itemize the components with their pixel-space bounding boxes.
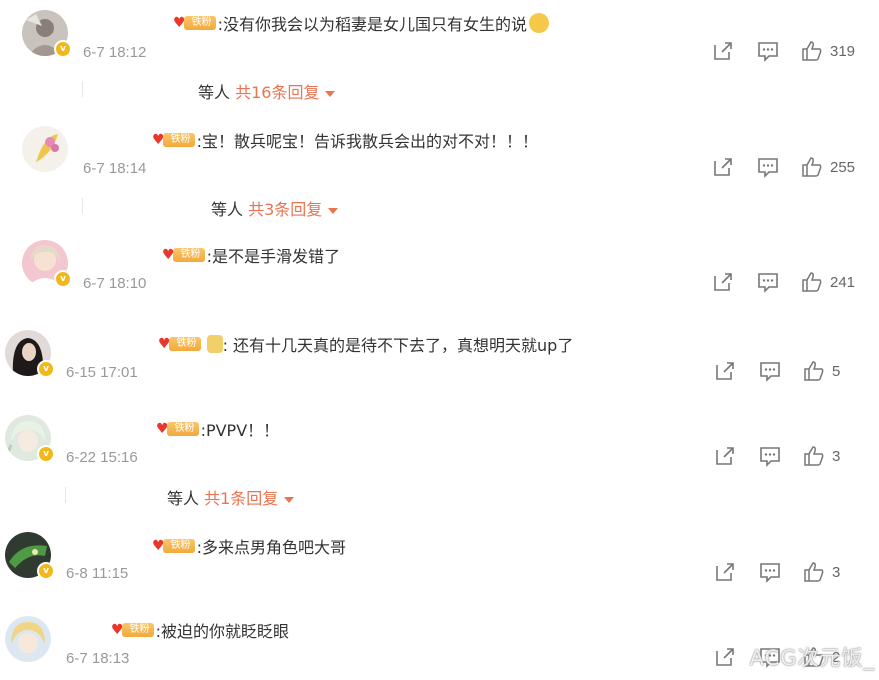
like-icon[interactable] [803, 445, 825, 467]
expand-replies-link[interactable]: 等人 共3条回复 [211, 196, 339, 220]
comment-time: 6-7 18:13 [66, 650, 130, 667]
reply-divider [82, 81, 83, 97]
like-count: 319 [830, 42, 856, 60]
verified-icon: v [54, 40, 72, 58]
share-icon[interactable] [712, 40, 734, 62]
fan-badge: ♥ 铁粉 [158, 335, 201, 353]
share-icon[interactable] [712, 271, 734, 293]
comment-text: :没有你我会以为稻妻是女儿国只有女生的说 [217, 15, 527, 34]
like-icon[interactable] [801, 40, 823, 62]
comment-time: 6-8 11:15 [66, 565, 129, 582]
waiting-emoji-icon [206, 335, 223, 353]
like-icon[interactable] [801, 271, 823, 293]
like-icon[interactable] [803, 360, 825, 382]
like-count: 3 [832, 563, 841, 581]
watermark: ACG次元饭_ [749, 646, 875, 670]
expand-replies-link[interactable]: 等人 共16条回复 [198, 79, 336, 103]
avatar[interactable]: v [22, 240, 72, 288]
comment-time: 6-15 17:01 [66, 364, 138, 381]
comment-icon[interactable] [759, 360, 781, 382]
expand-replies-link[interactable]: 等人 共1条回复 [167, 485, 295, 509]
fan-badge: ♥ 铁粉 [111, 621, 154, 639]
like-count: 255 [830, 158, 856, 176]
fan-badge: ♥ 铁粉 [152, 537, 195, 555]
share-icon[interactable] [714, 561, 736, 583]
like-count: 5 [832, 362, 841, 380]
like-count: 241 [830, 273, 856, 291]
comment-text: :被迫的你就眨眨眼 [155, 622, 289, 641]
verified-icon: v [37, 562, 55, 580]
comment-time: 6-22 15:16 [66, 449, 138, 466]
fan-badge: ♥ 铁粉 [162, 246, 205, 264]
comment-icon[interactable] [759, 445, 781, 467]
share-icon[interactable] [714, 360, 736, 382]
share-icon[interactable] [714, 445, 736, 467]
comment-time: 6-7 18:12 [83, 44, 147, 61]
like-icon[interactable] [801, 156, 823, 178]
caret-down-icon [328, 207, 339, 214]
reply-divider [82, 198, 83, 214]
avatar[interactable]: v [5, 330, 55, 378]
like-icon[interactable] [803, 561, 825, 583]
comment-text: :多来点男角色吧大哥 [196, 538, 346, 557]
comment-time: 6-7 18:14 [83, 160, 147, 177]
avatar[interactable] [5, 616, 51, 662]
fan-badge: ♥ 铁粉 [156, 420, 199, 438]
caret-down-icon [325, 90, 336, 97]
verified-icon: v [54, 270, 72, 288]
comment-text: :是不是手滑发错了 [206, 247, 340, 266]
avatar[interactable]: v [22, 10, 72, 58]
avatar[interactable] [22, 126, 68, 172]
reply-divider [65, 487, 66, 503]
comment-icon[interactable] [757, 271, 779, 293]
fan-badge: ♥ 铁粉 [152, 131, 195, 149]
comment-time: 6-7 18:10 [83, 275, 147, 292]
comment-text: : 还有十几天真的是待不下去了，真想明天就up了 [222, 336, 574, 355]
comment-icon[interactable] [757, 156, 779, 178]
fan-badge: ♥ 铁粉 [173, 14, 216, 32]
avatar[interactable]: v [5, 415, 55, 463]
comment-icon[interactable] [759, 561, 781, 583]
share-icon[interactable] [714, 646, 736, 668]
comment-icon[interactable] [757, 40, 779, 62]
share-icon[interactable] [712, 156, 734, 178]
verified-icon: v [37, 360, 55, 378]
caret-down-icon [284, 496, 295, 503]
smirk-emoji-icon [528, 13, 549, 33]
avatar[interactable]: v [5, 532, 55, 580]
comment-text: :宝！散兵呢宝！告诉我散兵会出的对不对！！！ [196, 132, 538, 151]
verified-icon: v [37, 445, 55, 463]
comment-text: :PVPV！！ [200, 421, 280, 440]
like-count: 3 [832, 447, 841, 465]
